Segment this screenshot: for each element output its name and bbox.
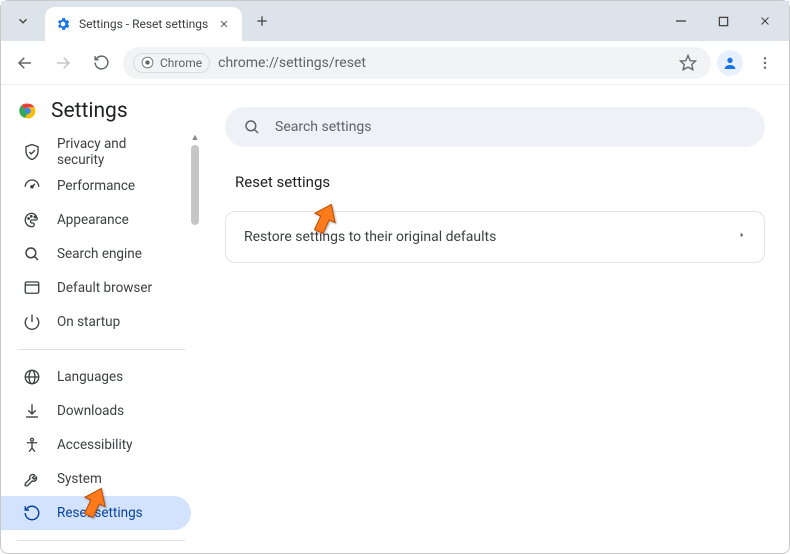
sidebar-item-label: Reset settings: [57, 505, 143, 521]
close-icon: [759, 15, 771, 27]
overflow-menu-button[interactable]: [749, 47, 781, 79]
power-icon: [23, 313, 41, 331]
window-controls: [661, 1, 785, 41]
restore-icon: [23, 504, 41, 522]
sidebar-item-default-browser[interactable]: Default browser: [1, 271, 191, 305]
close-window-button[interactable]: [745, 6, 785, 36]
sidebar-item-label: Search engine: [57, 246, 142, 262]
sidebar-item-label: System: [57, 471, 102, 487]
forward-button[interactable]: [47, 47, 79, 79]
scrollbar-thumb[interactable]: [191, 145, 199, 225]
sidebar-item-label: On startup: [57, 314, 120, 330]
sidebar-scrollbar[interactable]: ▲: [189, 131, 201, 553]
reload-button[interactable]: [85, 47, 117, 79]
maximize-button[interactable]: [703, 6, 743, 36]
titlebar: Settings - Reset settings: [1, 1, 789, 41]
site-chip-label: Chrome: [160, 56, 202, 70]
tab-title: Settings - Reset settings: [79, 17, 208, 31]
sidebar-list: Privacy and security Performance Appeara…: [1, 131, 201, 553]
section-title: Reset settings: [225, 173, 765, 191]
sidebar-item-search-engine[interactable]: Search engine: [1, 237, 191, 271]
tab-search-button[interactable]: [9, 7, 37, 35]
page-title: Settings: [51, 99, 128, 123]
dots-vertical-icon: [757, 55, 773, 71]
sidebar-item-privacy[interactable]: Privacy and security: [1, 135, 191, 169]
chrome-logo-icon: [17, 100, 39, 122]
wrench-icon: [23, 470, 41, 488]
arrow-left-icon: [16, 54, 34, 72]
sidebar-item-reset-settings[interactable]: Reset settings: [1, 496, 191, 530]
sidebar-item-extensions[interactable]: Extensions: [1, 551, 191, 553]
palette-icon: [23, 211, 41, 229]
close-icon: [219, 19, 229, 29]
reload-icon: [93, 54, 110, 71]
back-button[interactable]: [9, 47, 41, 79]
sidebar-divider: [17, 349, 185, 350]
settings-main: Search settings Reset settings Restore s…: [201, 85, 789, 553]
sidebar-item-on-startup[interactable]: On startup: [1, 305, 191, 339]
speedometer-icon: [23, 177, 41, 195]
user-icon: [722, 55, 738, 71]
search-placeholder: Search settings: [275, 119, 372, 135]
new-tab-button[interactable]: [248, 7, 276, 35]
arrow-right-icon: [54, 54, 72, 72]
sidebar-item-performance[interactable]: Performance: [1, 169, 191, 203]
sidebar-item-label: Accessibility: [57, 437, 133, 453]
site-chip[interactable]: Chrome: [133, 53, 210, 73]
profile-button[interactable]: [717, 50, 743, 76]
tab-close-button[interactable]: [216, 16, 232, 32]
accessibility-icon: [23, 436, 41, 454]
minimize-icon: [675, 15, 687, 27]
bookmark-button[interactable]: [675, 50, 701, 76]
settings-header: Settings: [1, 85, 201, 131]
browser-window: Settings - Reset settings: [0, 0, 790, 554]
gear-icon: [55, 16, 71, 32]
browser-icon: [23, 279, 41, 297]
settings-sidebar: Settings Privacy and security Performanc…: [1, 85, 201, 553]
settings-content: Settings Privacy and security Performanc…: [1, 85, 789, 553]
scroll-up-button[interactable]: ▲: [189, 131, 201, 143]
sidebar-item-label: Appearance: [57, 212, 129, 228]
browser-toolbar: Chrome chrome://settings/reset: [1, 41, 789, 85]
sidebar-item-label: Performance: [57, 178, 135, 194]
star-icon: [679, 54, 697, 72]
minimize-button[interactable]: [661, 6, 701, 36]
search-icon: [243, 118, 261, 136]
sidebar-item-label: Privacy and security: [57, 136, 175, 168]
sidebar-item-languages[interactable]: Languages: [1, 360, 191, 394]
plus-icon: [255, 14, 269, 28]
sidebar-divider: [17, 540, 185, 541]
url-text: chrome://settings/reset: [218, 55, 366, 71]
sidebar-item-accessibility[interactable]: Accessibility: [1, 428, 191, 462]
chevron-down-icon: [16, 14, 30, 28]
search-settings-input[interactable]: Search settings: [225, 107, 765, 147]
sidebar-item-label: Downloads: [57, 403, 124, 419]
maximize-icon: [718, 16, 729, 27]
chevron-right-icon: [738, 229, 746, 245]
omnibox-actions: [675, 50, 701, 76]
sidebar-item-label: Default browser: [57, 280, 152, 296]
sidebar-item-label: Languages: [57, 369, 123, 385]
restore-defaults-label: Restore settings to their original defau…: [244, 229, 496, 245]
download-icon: [23, 402, 41, 420]
address-bar[interactable]: Chrome chrome://settings/reset: [123, 47, 711, 79]
sidebar-item-system[interactable]: System: [1, 462, 191, 496]
globe-icon: [23, 368, 41, 386]
search-icon: [23, 245, 41, 263]
shield-icon: [23, 143, 41, 161]
chrome-icon: [141, 56, 154, 69]
browser-tab[interactable]: Settings - Reset settings: [45, 7, 242, 41]
sidebar-item-downloads[interactable]: Downloads: [1, 394, 191, 428]
restore-defaults-row[interactable]: Restore settings to their original defau…: [225, 211, 765, 263]
sidebar-item-appearance[interactable]: Appearance: [1, 203, 191, 237]
